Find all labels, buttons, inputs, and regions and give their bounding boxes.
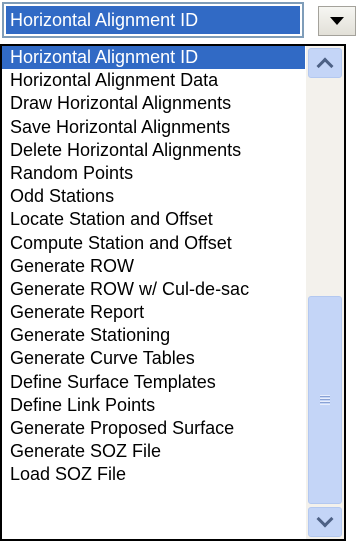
dropdown-option[interactable]: Generate Stationing [2,324,305,347]
chevron-down-icon [316,510,334,528]
dropdown-option[interactable]: Define Link Points [2,394,305,417]
dropdown-option[interactable]: Load SOZ File [2,463,305,486]
dropdown-list: Horizontal Alignment ID Horizontal Alignm… [2,46,305,539]
dropdown-option[interactable]: Odd Stations [2,185,305,208]
dropdown-option[interactable]: Generate Proposed Surface [2,417,305,440]
dropdown-option[interactable]: Compute Station and Offset [2,232,305,255]
dropdown-option[interactable]: Define Surface Templates [2,371,305,394]
dropdown-option[interactable]: Draw Horizontal Alignments [2,92,305,115]
dropdown-option[interactable]: Delete Horizontal Alignments [2,139,305,162]
dropdown-option[interactable]: Random Points [2,162,305,185]
dropdown-option[interactable]: Horizontal Alignment Data [2,69,305,92]
dropdown-option[interactable]: Generate Report [2,301,305,324]
scrollbar-thumb[interactable] [308,296,342,504]
dropdown-toggle-button[interactable] [318,6,356,36]
dropdown-option[interactable]: Horizontal Alignment ID [2,46,305,70]
scroll-up-button[interactable] [308,48,342,78]
combo-field[interactable]: Horizontal Alignment ID [2,2,304,38]
chevron-down-icon [330,17,344,25]
dropdown-option[interactable]: Generate ROW w/ Cul-de-sac [2,278,305,301]
alignment-command-combobox[interactable]: Horizontal Alignment ID [0,0,361,40]
combo-selected-value: Horizontal Alignment ID [6,6,300,34]
scroll-down-button[interactable] [308,507,342,537]
dropdown-option[interactable]: Generate Curve Tables [2,347,305,370]
vertical-scrollbar[interactable] [306,46,344,539]
chevron-up-icon [316,57,334,75]
dropdown-option[interactable]: Save Horizontal Alignments [2,116,305,139]
dropdown-option[interactable]: Locate Station and Offset [2,208,305,231]
dropdown-option[interactable]: Generate ROW [2,255,305,278]
dropdown-option[interactable]: Generate SOZ File [2,440,305,463]
dropdown-list-panel: Horizontal Alignment ID Horizontal Alignm… [0,44,346,541]
grip-icon [320,395,330,405]
